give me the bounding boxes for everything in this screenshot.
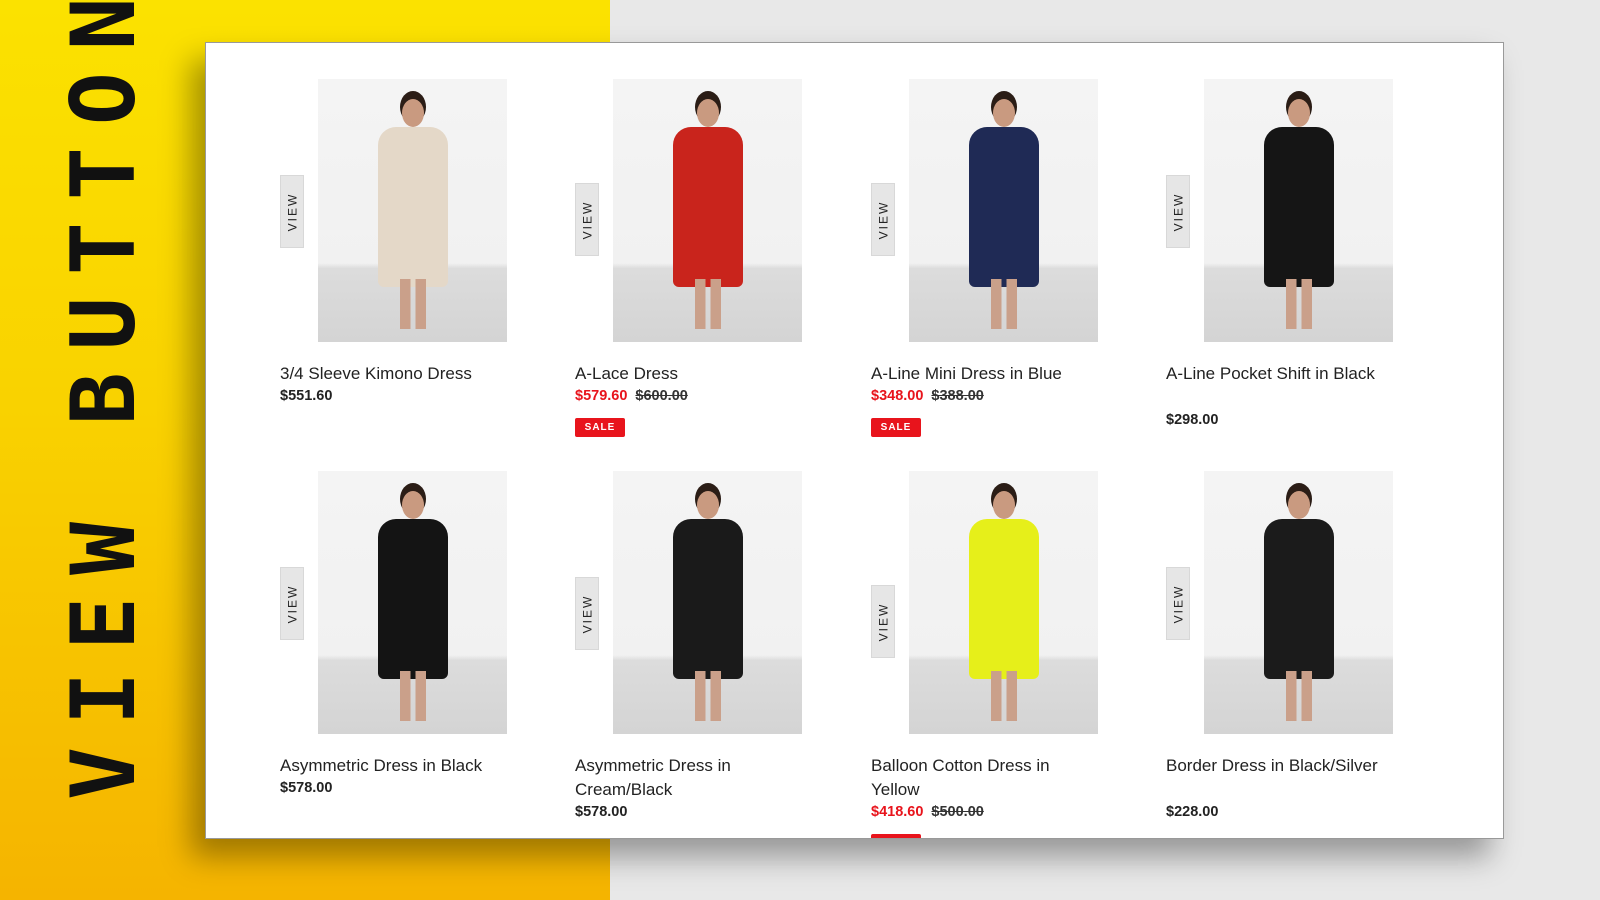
view-label: VIEW	[876, 200, 891, 239]
dress-shape	[377, 519, 448, 679]
current-price: $348.00	[871, 388, 924, 404]
model-head	[401, 99, 424, 127]
view-label: VIEW	[1171, 192, 1186, 231]
view-button[interactable]: VIEW	[1166, 175, 1190, 248]
product-grid: VIEW 3/4 Sleeve Kimono Dress $551.60 VIE…	[205, 42, 1504, 839]
view-button[interactable]: VIEW	[280, 175, 304, 248]
dress-shape	[968, 519, 1039, 679]
current-price: $551.60	[280, 388, 333, 404]
model-legs	[399, 279, 426, 329]
headline: VIEW BUTTON	[52, 0, 155, 800]
model-head	[696, 99, 719, 127]
sale-badge: SALE	[575, 418, 625, 437]
product-image[interactable]	[613, 79, 802, 342]
product-image[interactable]	[318, 79, 507, 342]
product-title[interactable]: 3/4 Sleeve Kimono Dress	[280, 362, 550, 386]
product-title[interactable]: A-Lace Dress	[575, 362, 845, 386]
current-price: $298.00	[1166, 412, 1219, 428]
original-price: $600.00	[635, 388, 688, 404]
dress-shape	[672, 127, 743, 287]
product-image[interactable]	[1204, 79, 1393, 342]
product-title[interactable]: Balloon Cotton Dress in Yellow	[871, 754, 1091, 802]
product-price: $298.00	[1166, 412, 1218, 428]
dress-shape	[1263, 127, 1334, 287]
view-button[interactable]: VIEW	[575, 577, 599, 650]
view-button[interactable]: VIEW	[575, 183, 599, 256]
product-title[interactable]: Asymmetric Dress in Black	[280, 754, 550, 778]
product-image[interactable]	[613, 471, 802, 734]
dress-shape	[968, 127, 1039, 287]
dress-shape	[672, 519, 743, 679]
model-head	[992, 491, 1015, 519]
view-button[interactable]: VIEW	[280, 567, 304, 640]
product-title[interactable]: Border Dress in Black/Silver	[1166, 754, 1386, 778]
model-head	[992, 99, 1015, 127]
view-label: VIEW	[876, 602, 891, 641]
current-price: $578.00	[575, 804, 628, 820]
dress-shape	[377, 127, 448, 287]
product-price: $578.00	[280, 780, 332, 796]
model-head	[401, 491, 424, 519]
model-legs	[990, 671, 1017, 721]
original-price: $388.00	[931, 388, 984, 404]
model-legs	[990, 279, 1017, 329]
model-legs	[1285, 671, 1312, 721]
current-price: $418.60	[871, 804, 924, 820]
sale-badge: SALE	[871, 834, 921, 838]
model-head	[1287, 99, 1310, 127]
view-label: VIEW	[285, 192, 300, 231]
product-price: $579.60 $600.00	[575, 388, 688, 404]
model-legs	[1285, 279, 1312, 329]
view-label: VIEW	[580, 200, 595, 239]
current-price: $578.00	[280, 780, 333, 796]
model-legs	[399, 671, 426, 721]
model-head	[1287, 491, 1310, 519]
sale-badge: SALE	[871, 418, 921, 437]
current-price: $228.00	[1166, 804, 1219, 820]
model-head	[696, 491, 719, 519]
view-button[interactable]: VIEW	[871, 183, 895, 256]
dress-shape	[1263, 519, 1334, 679]
product-price: $551.60	[280, 388, 332, 404]
product-title[interactable]: A-Line Mini Dress in Blue	[871, 362, 1141, 386]
product-image[interactable]	[1204, 471, 1393, 734]
view-button[interactable]: VIEW	[1166, 567, 1190, 640]
current-price: $579.60	[575, 388, 628, 404]
original-price: $500.00	[931, 804, 984, 820]
product-price: $348.00 $388.00	[871, 388, 984, 404]
product-price: $418.60 $500.00	[871, 804, 984, 820]
view-label: VIEW	[285, 584, 300, 623]
product-title[interactable]: A-Line Pocket Shift in Black	[1166, 362, 1386, 386]
view-label: VIEW	[580, 594, 595, 633]
product-image[interactable]	[909, 471, 1098, 734]
product-title[interactable]: Asymmetric Dress in Cream/Black	[575, 754, 795, 802]
view-button[interactable]: VIEW	[871, 585, 895, 658]
model-legs	[694, 671, 721, 721]
view-label: VIEW	[1171, 584, 1186, 623]
product-image[interactable]	[318, 471, 507, 734]
product-price: $228.00	[1166, 804, 1218, 820]
product-image[interactable]	[909, 79, 1098, 342]
product-price: $578.00	[575, 804, 627, 820]
model-legs	[694, 279, 721, 329]
